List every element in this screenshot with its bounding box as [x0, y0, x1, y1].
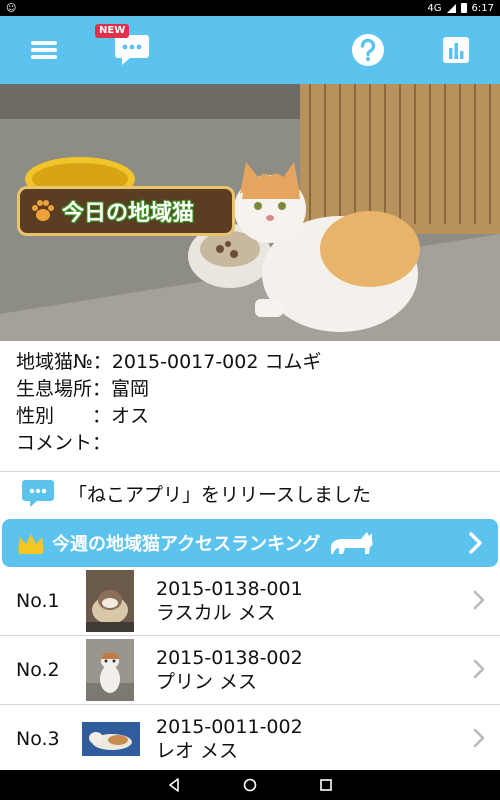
cat-thumbnail — [82, 722, 140, 756]
notification-icon: ☺ — [6, 2, 17, 14]
info-label: コメント — [16, 432, 93, 454]
signal-icon — [446, 3, 456, 13]
ranking-row[interactable]: No.1 2015-0138-001 ラスカル メス — [0, 567, 500, 636]
cat-info: 地域猫№ ：2015-0017-002 コムギ 生息場所 ：富岡 性別 ：オス … — [0, 341, 500, 457]
ranking-title: 今週の地域猫アクセスランキング — [52, 534, 321, 555]
news-text: 「ねこアプリ」をリリースしました — [68, 484, 372, 506]
rank-cat-name: レオ メス — [156, 740, 239, 762]
rank-number: No.3 — [16, 728, 60, 750]
todays-cat-photo[interactable]: 今日の地域猫 — [0, 84, 500, 341]
ranking-row[interactable]: No.3 2015-0011-002 レオ メス — [0, 705, 500, 774]
clock: 6:17 — [471, 2, 494, 14]
info-value: ：富岡 — [92, 378, 150, 400]
todays-cat-title: 今日の地域猫 — [62, 201, 195, 226]
status-bar: ☺ 4G 6:17 — [0, 0, 500, 16]
recents-icon[interactable] — [319, 778, 333, 792]
home-icon[interactable] — [243, 778, 257, 792]
question-icon — [352, 34, 384, 66]
rank-number: No.1 — [16, 590, 60, 612]
rank-details: 2015-0138-001 ラスカル メス — [156, 577, 303, 625]
info-sex-row: 性別 ：オス — [16, 403, 484, 430]
rank-details: 2015-0138-002 プリン メス — [156, 646, 303, 694]
chevron-right-icon — [473, 590, 485, 610]
rank-cat-id: 2015-0138-001 — [156, 578, 303, 600]
new-badge: NEW — [95, 24, 130, 38]
paw-icon — [32, 200, 54, 221]
info-label: 性別 — [16, 405, 93, 427]
cat-silhouette-icon — [330, 532, 373, 554]
chat-bubble-icon — [115, 35, 149, 65]
info-value: ：オス — [92, 405, 150, 427]
cat-thumbnail — [86, 639, 134, 701]
ranking-row[interactable]: No.2 2015-0138-002 プリン メス — [0, 636, 500, 705]
info-value: ：2015-0017-002 コムギ — [92, 351, 322, 373]
ranking-header[interactable]: 今週の地域猫アクセスランキング — [2, 519, 498, 567]
rank-cat-id: 2015-0138-002 — [156, 647, 303, 669]
news-item[interactable]: 「ねこアプリ」をリリースしました — [0, 471, 500, 515]
info-habitat-row: 生息場所 ：富岡 — [16, 376, 484, 403]
cat-thumbnail — [86, 570, 134, 632]
status-right: 4G 6:17 — [427, 3, 494, 14]
menu-button[interactable] — [22, 28, 66, 72]
info-label: 生息場所 — [16, 378, 93, 400]
help-button[interactable] — [346, 28, 390, 72]
info-label: 地域猫№ — [16, 351, 93, 373]
chat-bubble-icon — [22, 479, 54, 507]
network-type: 4G — [427, 2, 442, 14]
back-icon[interactable] — [167, 778, 181, 792]
bar-chart-icon — [443, 37, 469, 63]
todays-cat-label: 今日の地域猫 — [17, 186, 235, 236]
hamburger-icon — [31, 38, 57, 62]
battery-icon — [460, 3, 467, 13]
chevron-right-icon — [473, 728, 485, 748]
ranking-chart-button[interactable] — [434, 28, 478, 72]
app-bar: NEW — [0, 16, 500, 84]
rank-cat-name: プリン メス — [156, 671, 258, 693]
rank-details: 2015-0011-002 レオ メス — [156, 715, 303, 763]
chevron-right-icon — [469, 532, 482, 554]
crown-icon — [18, 534, 44, 554]
rank-cat-name: ラスカル メス — [156, 602, 276, 624]
info-comment-row: コメント ： — [16, 430, 484, 457]
chevron-right-icon — [473, 659, 485, 679]
rank-number: No.2 — [16, 659, 60, 681]
android-navigation-bar — [0, 770, 500, 800]
info-value: ： — [92, 432, 112, 454]
rank-cat-id: 2015-0011-002 — [156, 716, 303, 738]
info-id-row: 地域猫№ ：2015-0017-002 コムギ — [16, 349, 484, 376]
